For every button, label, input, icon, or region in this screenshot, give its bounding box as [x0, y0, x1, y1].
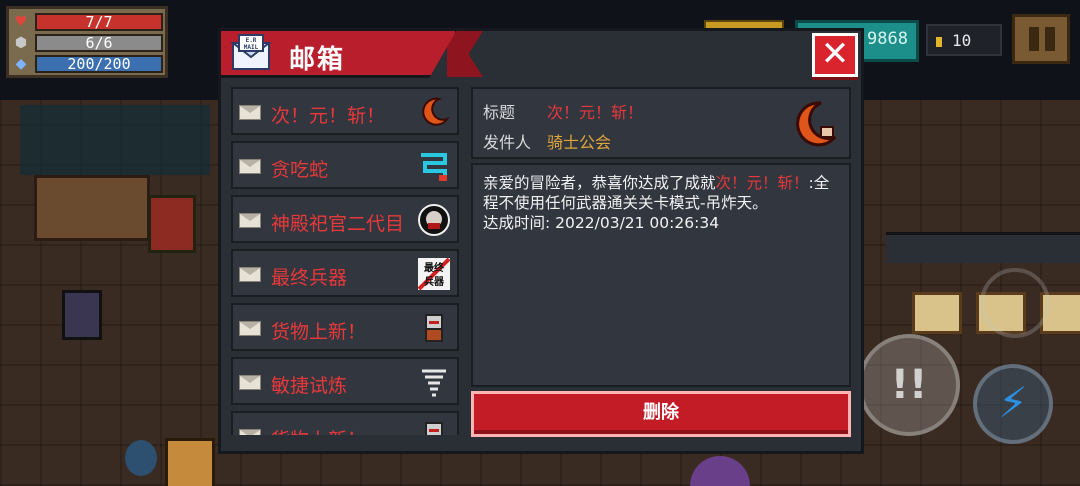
mail-title: 次！元！斩！	[547, 103, 644, 122]
skill-button[interactable]: !!	[858, 334, 960, 436]
display-frame	[912, 292, 962, 334]
header-ribbon-tail	[447, 31, 483, 77]
mailbox-title: 邮箱	[289, 45, 346, 75]
coin-count: 10	[952, 31, 972, 50]
mail-item[interactable]: 次！元！斩！	[231, 87, 459, 135]
envelope-icon	[239, 321, 261, 336]
mail-item[interactable]: 贪吃蛇	[231, 141, 459, 189]
hero-character	[62, 290, 102, 340]
mail-subject: 神殿祀官二代目	[271, 213, 405, 235]
diamond-icon: ◆	[15, 56, 27, 72]
hp-bar: 7/7	[35, 13, 163, 31]
mail-item[interactable]: 神殿祀官二代目	[231, 195, 459, 243]
mail-detail-header: 标题 次！元！斩！ 发件人 骑士公会	[471, 87, 851, 159]
svg-text:MAIL: MAIL	[244, 44, 259, 51]
pause-icon-bar	[1045, 27, 1055, 51]
envelope-icon	[239, 213, 261, 228]
cowboy-npc	[148, 195, 196, 253]
coin-counter: 10	[926, 24, 1002, 56]
mail-subject: 货物上新！	[271, 321, 367, 343]
mailbox-dialog: E.R MAIL 邮箱 ✕ 次！元！斩！ 贪吃蛇 神殿祀官二代目 最终兵器 最终…	[218, 28, 864, 454]
bear-npc	[165, 438, 215, 486]
envelope-icon	[239, 159, 261, 174]
merchant-icon	[425, 422, 443, 435]
merchant-icon	[425, 314, 443, 342]
coin-icon	[936, 36, 942, 47]
mail-list[interactable]: 次！元！斩！ 贪吃蛇 神殿祀官二代目 最终兵器 最终 兵器 货物上新！ 敏捷试炼	[231, 87, 461, 435]
mailbox-header: E.R MAIL 邮箱	[218, 28, 458, 78]
tornado-icon	[422, 369, 446, 397]
mail-item[interactable]: 敏捷试炼	[231, 357, 459, 405]
energy-row: ◆ 200/200	[13, 55, 163, 73]
mail-subject: 次！元！斩！	[271, 105, 386, 127]
mail-icon: E.R MAIL	[230, 34, 272, 70]
priest-portrait-icon	[418, 204, 450, 236]
title-label: 标题	[483, 103, 516, 122]
mail-item[interactable]: 货物上新！	[231, 303, 459, 351]
mail-subject: 敏捷试炼	[271, 375, 348, 397]
energy-bar: 200/200	[35, 55, 163, 73]
mail-subject: 货物上新！	[271, 425, 413, 435]
mail-item[interactable]: 货物上新！	[231, 411, 459, 435]
workbench	[34, 175, 150, 241]
delete-button[interactable]: 删除	[471, 391, 851, 437]
envelope-icon	[239, 375, 261, 390]
svg-text:兵器: 兵器	[424, 275, 445, 288]
envelope-icon	[239, 429, 261, 435]
mail-subject: 最终兵器	[271, 267, 348, 289]
sender-label: 发件人	[483, 133, 532, 152]
mail-body-text: 亲爱的冒险者，恭喜你达成了成就	[483, 174, 716, 192]
achievement-name: 次！元！斩！	[715, 174, 809, 192]
mail-subject: 贪吃蛇	[271, 159, 329, 181]
plant-pot	[125, 440, 157, 476]
close-button[interactable]: ✕	[812, 33, 858, 77]
hp-row: ♥ 7/7	[13, 13, 163, 31]
crescent-blade-icon	[796, 101, 837, 147]
pause-button[interactable]	[1012, 14, 1070, 64]
armor-bar: 6/6	[35, 34, 163, 52]
snake-icon	[421, 153, 447, 181]
heart-icon: ♥	[14, 14, 28, 30]
achievement-time: 2022/03/21 00:26:34	[555, 214, 720, 232]
player-stats-panel: ♥ 7/7 ⬢ 6/6 ◆ 200/200	[6, 6, 168, 78]
envelope-icon	[239, 105, 261, 120]
pause-icon	[1029, 27, 1039, 51]
ultimate-weapon-icon: 最终 兵器	[417, 257, 451, 291]
time-label: 达成时间:	[483, 214, 551, 232]
weapon-swap-button[interactable]	[980, 268, 1050, 338]
wall-window	[20, 105, 210, 175]
envelope-icon	[239, 267, 261, 282]
armor-row: ⬢ 6/6	[13, 34, 163, 52]
mail-body: 亲爱的冒险者，恭喜你达成了成就次！元！斩！:全程不使用任何武器通关关卡模式-吊炸…	[471, 163, 851, 387]
lightning-icon[interactable]: ⚡	[973, 364, 1053, 444]
mail-item[interactable]: 最终兵器 最终 兵器	[231, 249, 459, 297]
svg-text:最终: 最终	[424, 261, 445, 274]
shield-icon: ⬢	[14, 35, 28, 51]
crescent-blade-icon	[422, 97, 450, 126]
weapon-shelf	[886, 232, 1080, 263]
mail-sender: 骑士公会	[547, 133, 612, 152]
svg-text:E.R: E.R	[246, 37, 257, 44]
